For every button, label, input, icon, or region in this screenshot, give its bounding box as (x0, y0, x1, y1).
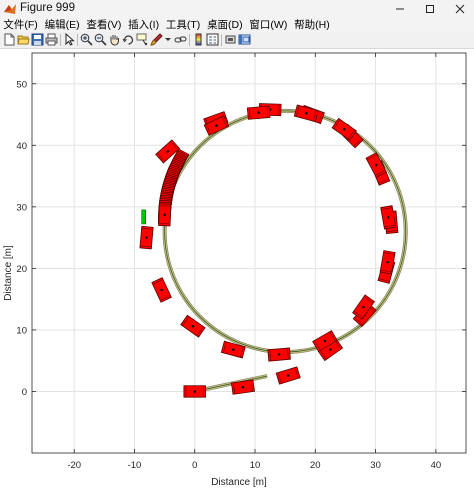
toolbar-separator (221, 34, 222, 46)
maximize-button[interactable] (416, 0, 444, 18)
x-tick-label: 40 (431, 460, 442, 471)
brush-dropdown-icon[interactable] (164, 33, 172, 46)
x-tick-label: 30 (370, 460, 381, 471)
menu-tools[interactable]: 工具(T) (162, 18, 203, 32)
show-plot-tools-icon[interactable] (238, 33, 251, 46)
start-marker (141, 209, 147, 225)
y-tick-label: 0 (22, 387, 27, 398)
vehicle-marker (267, 347, 291, 362)
data-cursor-icon[interactable] (136, 33, 149, 46)
x-tick-label: 10 (250, 460, 261, 471)
brush-icon[interactable] (150, 33, 163, 46)
y-tick-label: 20 (16, 264, 27, 275)
menu-edit[interactable]: 编辑(E) (41, 18, 83, 32)
x-axis-label: Distance [m] (211, 477, 267, 488)
y-axis-label: Distance [m] (3, 245, 14, 301)
menu-help[interactable]: 帮助(H) (291, 18, 333, 32)
menu-window[interactable]: 窗口(W) (246, 18, 291, 32)
vehicle-marker (158, 203, 172, 227)
vehicle-marker (139, 225, 154, 250)
minimize-button[interactable] (386, 0, 414, 18)
menu-view[interactable]: 查看(V) (83, 18, 125, 32)
figure-toolbar (0, 32, 474, 49)
rotate-3d-icon[interactable] (122, 33, 135, 46)
link-plot-icon[interactable] (174, 33, 187, 46)
y-tick-label: 50 (16, 79, 27, 90)
figure-window: Figure 999 文件(F) 编辑(E) 查看(V) 插入(I) 工具(T)… (0, 0, 474, 492)
insert-legend-icon[interactable] (206, 33, 219, 46)
y-tick-label: 10 (16, 325, 27, 336)
menu-insert[interactable]: 插入(I) (125, 18, 163, 32)
maximize-icon (426, 5, 434, 13)
menu-desktop[interactable]: 桌面(D) (204, 18, 246, 32)
toolbar-separator (60, 34, 61, 46)
vehicle-marker (183, 385, 207, 398)
y-tick-label: 30 (16, 202, 27, 213)
close-icon (455, 4, 465, 14)
toolbar-separator (189, 34, 190, 46)
x-tick-label: 20 (310, 460, 321, 471)
toolbar-separator (77, 34, 78, 46)
save-icon[interactable] (31, 33, 44, 46)
matlab-icon (4, 4, 16, 14)
vehicle-center (193, 390, 197, 393)
vehicle-marker (230, 379, 255, 395)
window-title: Figure 999 (20, 2, 75, 14)
pan-hand-icon[interactable] (108, 33, 121, 46)
zoom-out-icon[interactable] (94, 33, 107, 46)
close-button[interactable] (446, 0, 474, 18)
plot-axes[interactable]: -20 -10 0 10 20 30 40 0 10 20 30 40 50 Distance [m] Di… (0, 49, 474, 492)
title-bar: Figure 999 (0, 0, 474, 18)
y-tick-label: 40 (16, 141, 27, 152)
menu-bar: 文件(F) 编辑(E) 查看(V) 插入(I) 工具(T) 桌面(D) 窗口(W… (0, 18, 474, 32)
x-tick-label: -10 (128, 460, 142, 471)
pointer-icon[interactable] (63, 33, 76, 46)
minimize-icon (396, 8, 404, 10)
new-figure-icon[interactable] (3, 33, 16, 46)
insert-colorbar-icon[interactable] (192, 33, 205, 46)
figure-canvas[interactable]: -20 -10 0 10 20 30 40 0 10 20 30 40 50 Distance [m] Di… (0, 49, 474, 492)
x-tick-label: 0 (192, 460, 197, 471)
open-file-icon[interactable] (17, 33, 30, 46)
zoom-in-icon[interactable] (80, 33, 93, 46)
menu-file[interactable]: 文件(F) (0, 18, 41, 32)
print-icon[interactable] (45, 33, 58, 46)
x-tick-label: -20 (67, 460, 81, 471)
hide-plot-tools-icon[interactable] (224, 33, 237, 46)
vehicle-marker (246, 105, 271, 120)
